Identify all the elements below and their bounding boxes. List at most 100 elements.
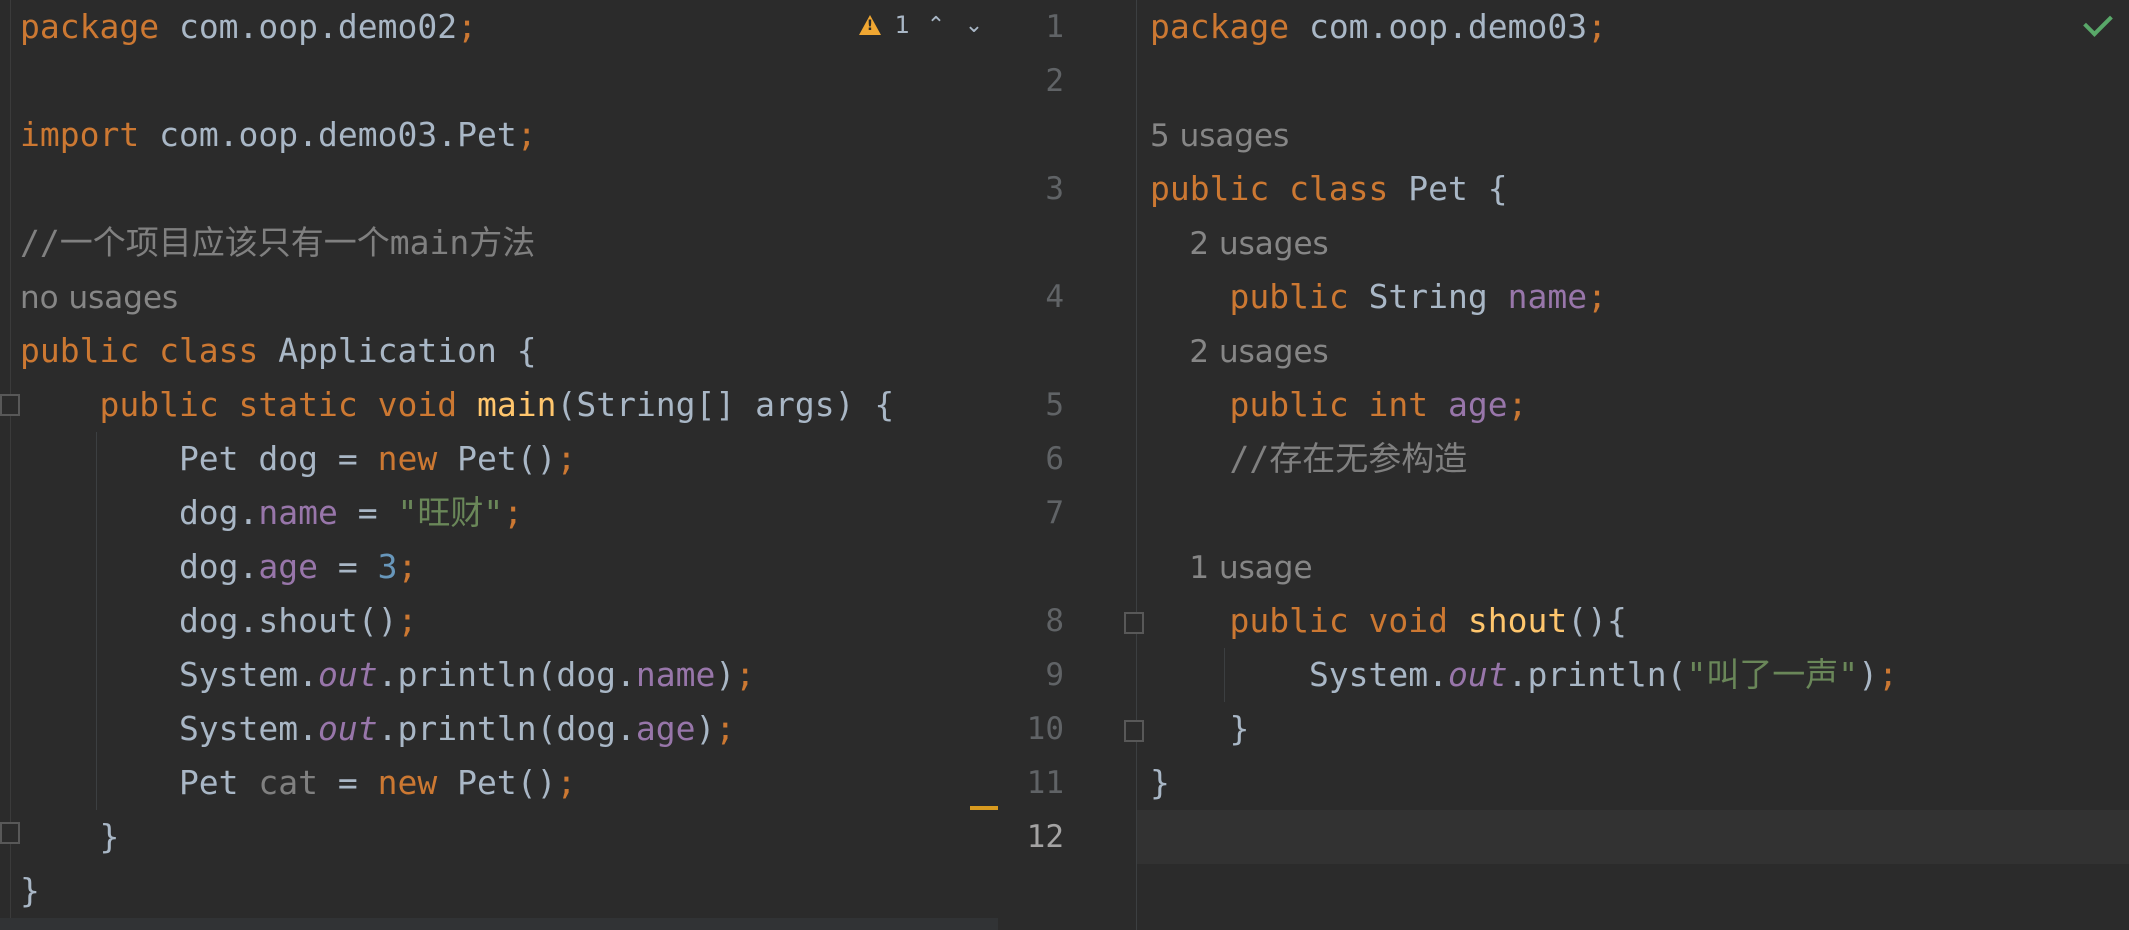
code-line[interactable]: Pet cat = new Pet(); [0,756,998,810]
code-line[interactable] [998,486,2129,540]
code-token: package [1150,7,1290,46]
usage-hint-label[interactable]: no usages [20,280,178,316]
code-line[interactable]: } [0,864,998,918]
horizontal-scrollbar[interactable] [0,918,998,930]
code-token: com.oop.demo03.Pet [139,115,517,154]
code-line[interactable] [998,54,2129,108]
code-token: System. [20,655,319,694]
code-token: ; [1878,655,1898,694]
code-line[interactable]: package com.oop.demo03; [998,0,2129,54]
code-line[interactable]: dog.name = "旺财"; [0,486,998,540]
code-token: //一个项目应该只有一个main方法 [20,223,536,262]
usage-hint[interactable]: 2 usages [998,216,2129,270]
code-token: ; [715,709,736,748]
code-token: "叫了一声" [1686,655,1859,694]
warning-marker[interactable] [970,806,998,810]
code-token: .println(dog. [377,655,636,694]
code-token: out [318,655,378,694]
code-line[interactable]: import com.oop.demo03.Pet; [0,108,998,162]
code-token: ) [695,709,716,748]
code-line[interactable]: System.out.println("叫了一声"); [998,648,2129,702]
code-token: public [1229,277,1369,316]
usage-hint[interactable]: no usages [0,270,998,324]
fold-icon[interactable] [1124,612,1144,634]
code-token: = [337,493,398,532]
code-token: ; [397,601,418,640]
code-token: public static void [99,385,477,424]
code-token: .println( [1507,655,1687,694]
code-line[interactable] [0,54,998,108]
fold-icon[interactable] [1124,720,1144,742]
code-token: new [377,439,458,478]
code-line[interactable]: package com.oop.demo02; [0,0,998,54]
code-token: out [318,709,378,748]
code-line[interactable]: public static void main(String[] args) { [0,378,998,432]
fold-icon[interactable] [0,822,20,844]
code-line[interactable]: dog.shout(); [0,594,998,648]
usage-hint[interactable]: 5 usages [998,108,2129,162]
code-token: System. [1150,655,1449,694]
code-token: ; [556,439,577,478]
code-token: Application { [278,331,537,370]
usage-hint-label[interactable]: 5 usages [1150,118,1289,154]
code-line[interactable]: dog.age = 3; [0,540,998,594]
code-line[interactable] [998,810,2129,864]
code-line[interactable]: } [998,756,2129,810]
code-token: new [377,763,458,802]
code-token: } [20,817,120,856]
code-token: //存在无参构造 [1150,439,1468,478]
code-token: public void [1229,601,1468,640]
code-line[interactable]: } [0,810,998,864]
code-token: age [1448,385,1508,424]
code-line[interactable]: public String name; [998,270,2129,324]
code-token: } [1150,709,1250,748]
code-token: name [258,493,338,532]
code-token: (String[] args) { [556,385,895,424]
code-token: age [258,547,319,586]
usage-hint-label[interactable]: 2 usages [1150,226,1328,262]
code-line[interactable]: //存在无参构造 [998,432,2129,486]
code-token: } [20,871,40,910]
fold-icon[interactable] [0,394,20,416]
code-token: } [1150,763,1170,802]
code-token: = [318,547,378,586]
code-line[interactable]: public int age; [998,378,2129,432]
code-token: ; [457,7,477,46]
code-token: (){ [1567,601,1627,640]
code-token: name [1507,277,1588,316]
code-token: = [318,763,378,802]
usage-hint[interactable]: 1 usage [998,540,2129,594]
right-editor-pane[interactable]: 1 2 3 4 5 6 7 8 9 10 11 12 package com.oop.demo03; 5… [998,0,2129,930]
left-editor-pane[interactable]: 1 ⌃ ⌄ package com.oop.demo02;import com.… [0,0,998,930]
code-line[interactable] [0,162,998,216]
code-token: com.oop.demo03 [1289,7,1588,46]
code-line[interactable]: Pet dog = new Pet(); [0,432,998,486]
code-line[interactable]: public class Pet { [998,162,2129,216]
code-line[interactable]: public class Application { [0,324,998,378]
code-token: Pet() [457,763,557,802]
code-line[interactable]: public void shout(){ [998,594,2129,648]
code-line[interactable]: } [998,702,2129,756]
code-token: package [20,7,160,46]
code-token: ) [715,655,736,694]
code-token: ) [1858,655,1879,694]
code-token: com.oop.demo02 [159,7,458,46]
code-line[interactable]: System.out.println(dog.age); [0,702,998,756]
code-token: import [20,115,140,154]
usage-hint[interactable]: 2 usages [998,324,2129,378]
code-token: age [635,709,696,748]
code-token: public int [1229,385,1449,424]
usage-hint-label[interactable]: 1 usage [1150,550,1312,586]
code-line[interactable]: System.out.println(dog.name); [0,648,998,702]
code-line[interactable]: //一个项目应该只有一个main方法 [0,216,998,270]
code-token: ; [1587,7,1607,46]
code-token: "旺财" [397,493,504,532]
usage-hint-label[interactable]: 2 usages [1150,334,1328,370]
code-token: cat [258,763,319,802]
code-token: ; [397,547,418,586]
code-token: ; [1507,385,1528,424]
code-token: dog. [20,493,259,532]
